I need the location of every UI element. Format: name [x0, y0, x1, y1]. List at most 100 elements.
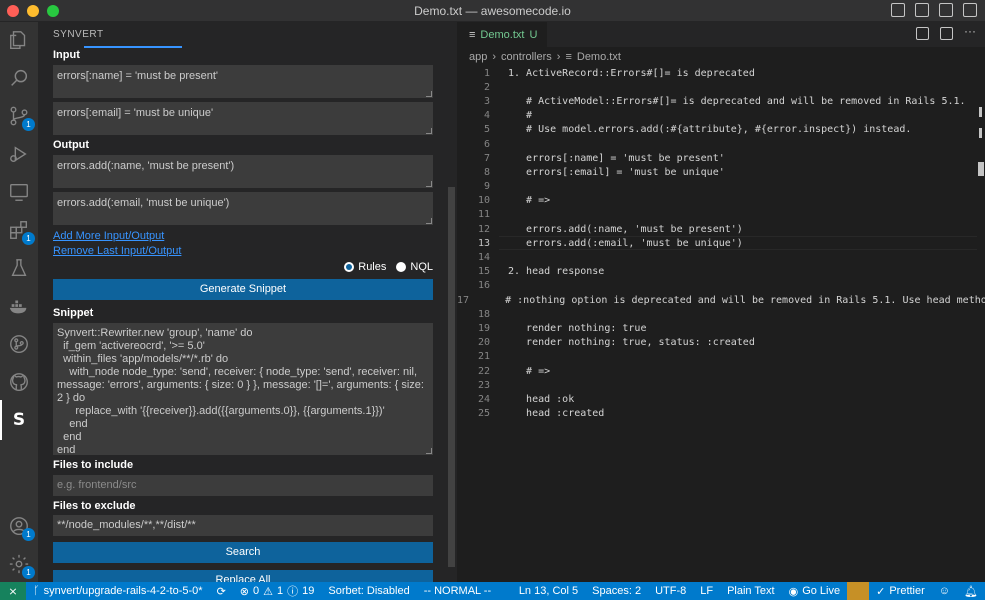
source-control-icon[interactable]: 1: [7, 104, 35, 131]
code-line[interactable]: 7 errors[:name] = 'must be present': [457, 151, 985, 165]
generate-snippet-button[interactable]: Generate Snippet: [53, 279, 433, 300]
github-icon[interactable]: [7, 370, 31, 394]
warning-icon: ⚠: [263, 585, 273, 598]
line-number: 7: [483, 152, 490, 164]
code-line[interactable]: 14: [457, 250, 985, 264]
code-line[interactable]: 10 # =>: [457, 194, 985, 208]
remove-input-output-link[interactable]: Remove Last Input/Output: [53, 245, 181, 257]
git-graph-icon[interactable]: [7, 332, 31, 356]
code-line[interactable]: 22 # =>: [457, 364, 985, 378]
scrollbar-marker: [979, 128, 982, 138]
output-textarea-2[interactable]: errors.add(:email, 'must be unique'): [53, 192, 433, 225]
line-number: 10: [477, 195, 490, 207]
code-line[interactable]: 18: [457, 307, 985, 321]
files-include-input[interactable]: e.g. frontend/src: [53, 475, 433, 496]
tab-demo-txt[interactable]: ≡ Demo.txt U: [457, 22, 548, 47]
sidebar-scrollbar[interactable]: [448, 187, 455, 567]
explorer-icon[interactable]: [7, 28, 31, 52]
code-line[interactable]: 12 errors.add(:name, 'must be present'): [457, 222, 985, 236]
code-line[interactable]: 2: [457, 80, 985, 94]
go-live-item[interactable]: ◉ Go Live: [782, 585, 848, 598]
files-exclude-input[interactable]: **/node_modules/**,**/dist/**: [53, 515, 433, 536]
line-number: 25: [477, 408, 490, 420]
code-line[interactable]: 9: [457, 180, 985, 194]
search-button[interactable]: Search: [53, 542, 433, 563]
code-line[interactable]: 24 head :ok: [457, 392, 985, 406]
code-line[interactable]: 1 1. ActiveRecord::Errors#[]= is deprecat…: [457, 66, 985, 80]
line-text: #: [508, 110, 533, 122]
customize-layout-icon[interactable]: [963, 3, 977, 17]
toggle-secondary-sidebar-icon[interactable]: [939, 3, 953, 17]
branch-item[interactable]: ᚴ synvert/upgrade-rails-4-2-to-5-0*: [26, 585, 210, 597]
code-line[interactable]: 6: [457, 137, 985, 151]
problems-item[interactable]: ⊗ 0 ⚠ 1 ⓘ 19: [233, 583, 322, 599]
sync-item[interactable]: ⟳: [210, 585, 233, 598]
code-line[interactable]: 13 errors.add(:email, 'must be unique'): [457, 236, 985, 251]
breadcrumb-app[interactable]: app: [469, 51, 487, 63]
tab-untracked-status: U: [529, 28, 538, 41]
text-file-icon: ≡: [565, 50, 572, 63]
sidebar-title: SYNVERT: [53, 28, 104, 40]
breadcrumb-controllers[interactable]: controllers: [501, 51, 552, 63]
code-line[interactable]: 19 render nothing: true: [457, 321, 985, 335]
prettier-label: Prettier: [889, 585, 925, 597]
open-changes-icon[interactable]: [916, 27, 929, 40]
line-text: render nothing: true: [508, 322, 647, 334]
run-debug-icon[interactable]: [7, 142, 31, 166]
prettier-item[interactable]: ✓ Prettier: [869, 585, 932, 598]
settings-gear-icon[interactable]: 1: [7, 552, 35, 579]
code-line[interactable]: 17 # :nothing option is deprecated and w…: [457, 293, 985, 307]
code-line[interactable]: 11: [457, 208, 985, 222]
account-icon[interactable]: 1: [7, 514, 35, 541]
close-window-button[interactable]: [7, 5, 19, 17]
feedback-icon[interactable]: ☺: [932, 585, 957, 597]
sorbet-status[interactable]: Sorbet: Disabled: [321, 585, 416, 597]
search-icon[interactable]: [7, 66, 31, 90]
add-input-output-link[interactable]: Add More Input/Output: [53, 230, 164, 242]
account-badge: 1: [22, 528, 35, 541]
docker-icon[interactable]: [7, 294, 31, 318]
line-number: 20: [477, 337, 490, 349]
code-line[interactable]: 3 # ActiveModel::Errors#[]= is deprecate…: [457, 94, 985, 108]
snippet-textarea[interactable]: Synvert::Rewriter.new 'group', 'name' do…: [53, 323, 433, 456]
files-exclude-label: Files to exclude: [53, 500, 136, 512]
breadcrumb-file[interactable]: Demo.txt: [577, 51, 621, 63]
testing-icon[interactable]: [7, 256, 31, 280]
code-line[interactable]: 21: [457, 350, 985, 364]
code-line[interactable]: 8 errors[:email] = 'must be unique': [457, 165, 985, 179]
code-line[interactable]: 4 #: [457, 109, 985, 123]
code-editor[interactable]: 1 1. ActiveRecord::Errors#[]= is deprecat…: [457, 66, 985, 421]
nql-radio[interactable]: [396, 262, 407, 272]
extensions-icon[interactable]: 1: [7, 218, 35, 245]
code-line[interactable]: 15 2. head response: [457, 265, 985, 279]
remote-indicator[interactable]: ⨯: [0, 582, 26, 600]
indentation[interactable]: Spaces: 2: [585, 585, 648, 597]
code-line[interactable]: 16: [457, 279, 985, 293]
cursor-position[interactable]: Ln 13, Col 5: [512, 585, 585, 597]
toggle-panel-icon[interactable]: [915, 3, 929, 17]
more-actions-icon[interactable]: ···: [964, 25, 977, 40]
input-textarea-2[interactable]: errors[:email] = 'must be unique': [53, 102, 433, 135]
line-number: 12: [477, 223, 490, 235]
encoding[interactable]: UTF-8: [648, 585, 693, 597]
code-line[interactable]: 23: [457, 378, 985, 392]
code-line[interactable]: 5 # Use model.errors.add(:#{attribute}, …: [457, 123, 985, 137]
input-textarea-1[interactable]: errors[:name] = 'must be present': [53, 65, 433, 98]
replace-all-button[interactable]: Replace All: [53, 570, 433, 582]
broadcast-icon: ◉: [788, 585, 799, 598]
line-text: # =>: [508, 365, 551, 377]
code-line[interactable]: 25 head :created: [457, 407, 985, 421]
toggle-sidebar-icon[interactable]: [891, 3, 905, 17]
language-mode[interactable]: Plain Text: [720, 585, 782, 597]
minimize-window-button[interactable]: [27, 5, 39, 17]
end-of-line[interactable]: LF: [693, 585, 720, 597]
code-line[interactable]: 20 render nothing: true, status: :create…: [457, 336, 985, 350]
copilot-icon[interactable]: [847, 582, 870, 600]
remote-explorer-icon[interactable]: [7, 180, 31, 204]
notifications-bell-icon[interactable]: 🔔︎: [957, 585, 985, 598]
output-textarea-1[interactable]: errors.add(:name, 'must be present'): [53, 155, 433, 188]
split-editor-icon[interactable]: [940, 27, 953, 40]
zoom-window-button[interactable]: [47, 5, 59, 17]
rules-radio[interactable]: [344, 262, 355, 272]
synvert-icon[interactable]: S: [0, 400, 31, 440]
